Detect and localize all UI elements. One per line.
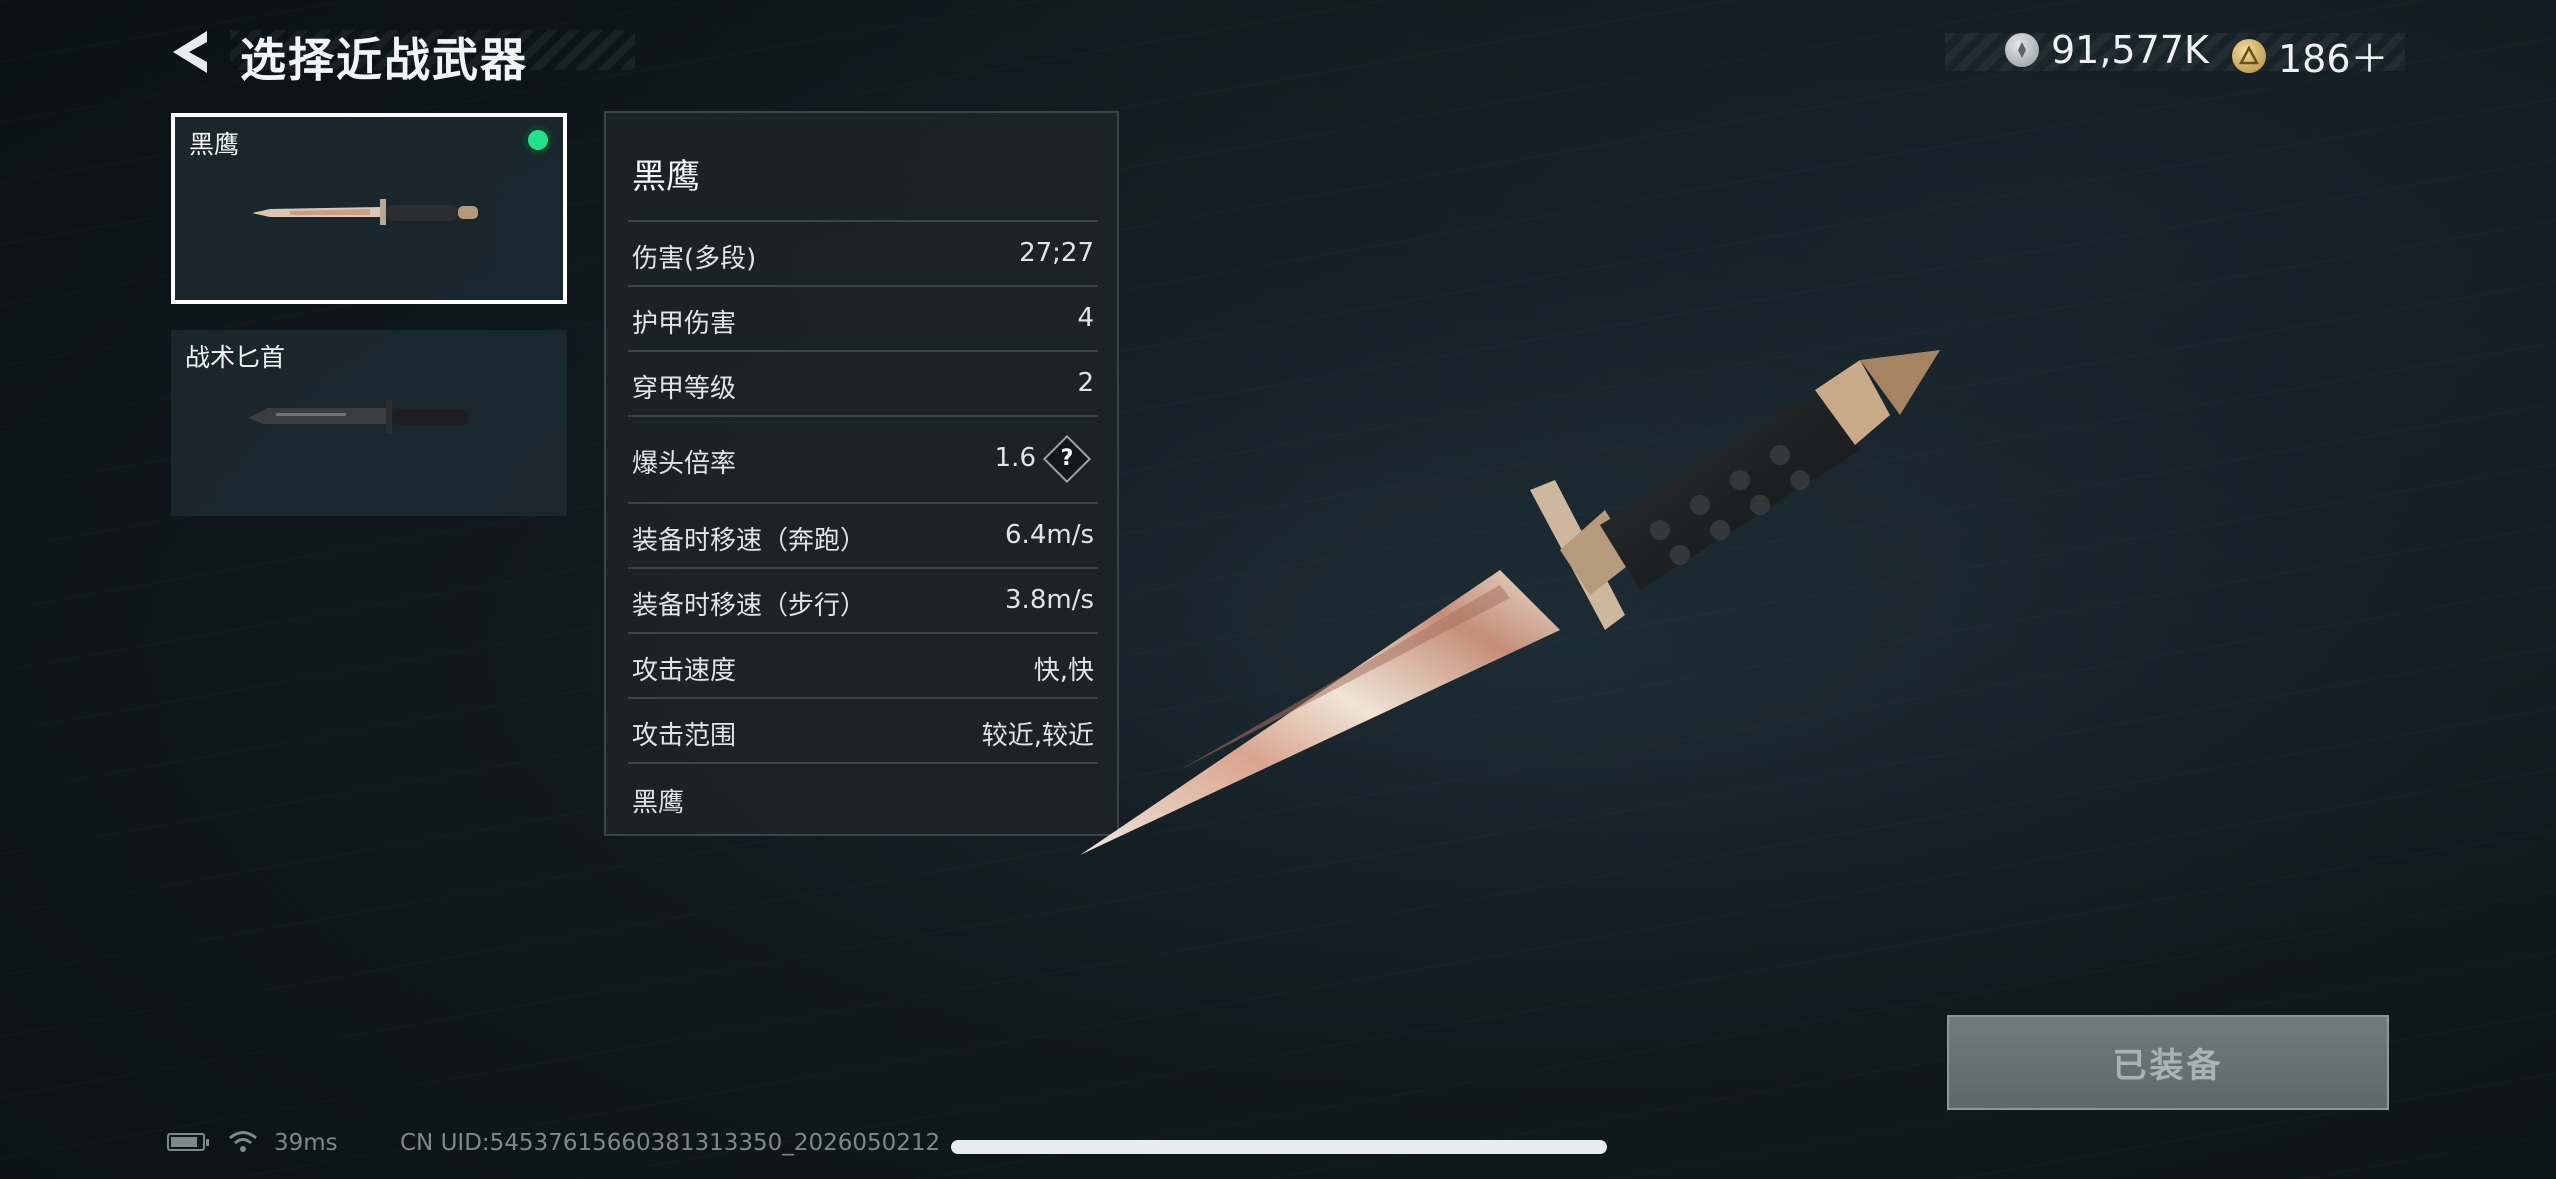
- stat-label: 爆头倍率: [632, 449, 737, 479]
- equipped-button-label: 已装备: [2112, 1046, 2224, 1086]
- equipped-button[interactable]: 已装备: [1947, 1015, 2389, 1110]
- weapon-name: 战术匕首: [185, 343, 286, 372]
- knife-preview: [1080, 350, 1940, 855]
- stat-row-attack-speed: 攻击速度 快,快: [628, 632, 1098, 699]
- stat-row-penetration: 穿甲等级 2: [628, 350, 1098, 417]
- weapon-card-blackhawk[interactable]: 黑鹰: [171, 113, 567, 304]
- stat-row-attack-range: 攻击范围 较近,较近: [628, 697, 1098, 764]
- weapon-name: 黑鹰: [189, 130, 240, 159]
- silver-amount: 91,577K: [2051, 28, 2209, 72]
- stat-row-armor-damage: 护甲伤害 4: [628, 285, 1098, 352]
- stat-label: 护甲伤害: [632, 309, 737, 339]
- blackhawk-thumbnail: [252, 199, 478, 225]
- stat-value: 27;27: [1019, 238, 1094, 268]
- stat-row-damage: 伤害(多段) 27;27: [628, 220, 1098, 287]
- home-indicator[interactable]: [951, 1140, 1607, 1154]
- weapon-stats-panel: 黑鹰 伤害(多段) 27;27 护甲伤害 4 穿甲等级 2 爆头倍率 1.6 ?…: [604, 111, 1119, 836]
- battery-icon: [167, 1133, 209, 1151]
- weapon-card-tactical-dagger[interactable]: 战术匕首: [171, 330, 567, 516]
- silver-coin-icon: [2005, 33, 2039, 67]
- gold-currency[interactable]: 186＋: [2232, 28, 2389, 83]
- stat-row-headshot: 爆头倍率 1.6 ?: [628, 415, 1098, 504]
- stat-label: 攻击范围: [632, 721, 737, 751]
- stat-label: 装备时移速（奔跑）: [632, 526, 867, 556]
- gold-coin-icon: [2232, 38, 2266, 73]
- ping-text: 39ms: [274, 1130, 338, 1156]
- stat-row-run-speed: 装备时移速（奔跑） 6.4m/s: [628, 502, 1098, 569]
- stat-label: 伤害(多段): [632, 244, 757, 274]
- stat-row-walk-speed: 装备时移速（步行） 3.8m/s: [628, 567, 1098, 634]
- back-arrow-icon: [173, 31, 207, 73]
- silver-currency[interactable]: 91,577K: [2005, 28, 2209, 72]
- tactical-dagger-thumbnail: [248, 400, 468, 434]
- stat-label: 攻击速度: [632, 656, 737, 686]
- gold-amount: 186＋: [2278, 37, 2389, 81]
- stat-footer-text: 黑鹰: [632, 788, 685, 818]
- page-title: 选择近战武器: [240, 33, 528, 87]
- stat-footer: 黑鹰: [628, 762, 1098, 834]
- stats-title: 黑鹰: [632, 157, 700, 197]
- stat-label: 装备时移速（步行）: [632, 591, 867, 621]
- uid-text: CN UID:54537615660381313350_2026050212: [400, 1130, 941, 1156]
- stat-value: 4: [1077, 303, 1094, 333]
- equipped-indicator-icon: [523, 125, 553, 155]
- stat-label: 穿甲等级: [632, 374, 737, 404]
- wifi-icon: [229, 1131, 257, 1152]
- back-button[interactable]: [165, 27, 215, 77]
- stat-value: 1.6: [994, 443, 1036, 473]
